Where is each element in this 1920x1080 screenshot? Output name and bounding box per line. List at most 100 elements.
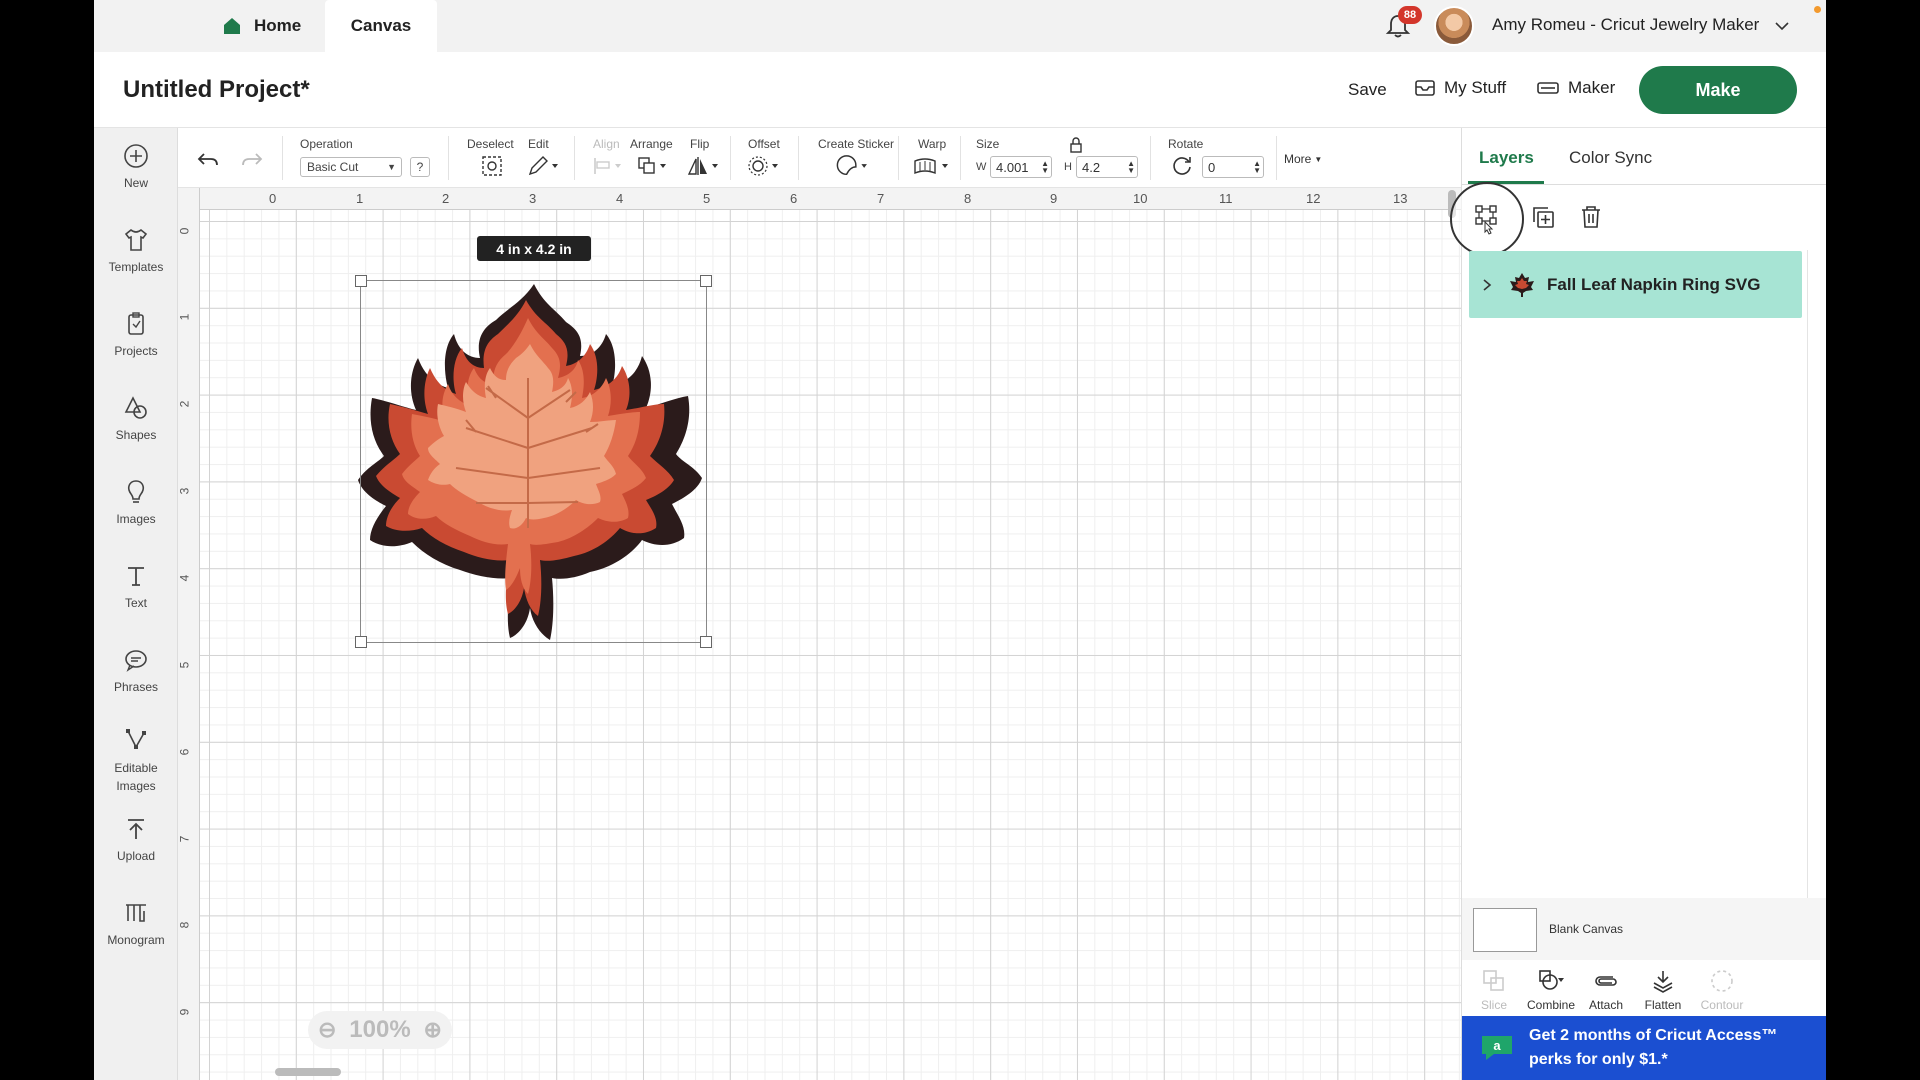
offset-label: Offset: [748, 137, 780, 151]
promo-banner[interactable]: a Get 2 months of Cricut Access™ perks f…: [1462, 1016, 1826, 1080]
contour-label: Contour: [1700, 998, 1744, 1012]
sidebar-item-shapes[interactable]: Shapes: [94, 394, 178, 442]
contour-icon: [1711, 970, 1733, 992]
attach-button[interactable]: Attach: [1576, 968, 1636, 1012]
size-tooltip: 4 in x 4.2 in: [477, 236, 591, 261]
deselect-label: Deselect: [467, 137, 514, 151]
offset-icon[interactable]: [746, 154, 782, 178]
zoom-in-button[interactable]: ⊕: [424, 1017, 442, 1043]
redo-icon[interactable]: [240, 148, 264, 172]
more-button[interactable]: More ▼: [1284, 152, 1322, 166]
warp-icon[interactable]: [912, 154, 954, 178]
tab-home[interactable]: Home: [222, 0, 301, 52]
spinner-icon[interactable]: ▲ ▼: [1041, 160, 1049, 175]
sidebar-item-upload[interactable]: Upload: [94, 815, 178, 863]
align-icon[interactable]: [591, 154, 625, 178]
blank-canvas-swatch[interactable]: [1473, 908, 1537, 952]
leaf-thumbnail: [1510, 272, 1534, 297]
avatar[interactable]: [1434, 6, 1474, 46]
group-button[interactable]: [1450, 182, 1524, 256]
text-icon: [128, 567, 144, 586]
width-input[interactable]: 4.001 ▲ ▼: [990, 156, 1052, 178]
layers-panel: Layers Color Sync Fall Leaf Napkin Ring …: [1450, 128, 1826, 1080]
ruler-tick: 2: [442, 191, 450, 206]
ruler-tick: 9: [177, 1008, 192, 1016]
spinner-icon[interactable]: ▲ ▼: [1253, 160, 1261, 175]
ruler-horizontal: 0 1 2 3 4 5 6 7 8 9 10 11 12 13 14: [178, 188, 1494, 210]
warp-label: Warp: [918, 137, 947, 151]
status-dot: [1814, 6, 1821, 13]
ruler-tick: 11: [1219, 191, 1233, 206]
sidebar-item-label: Editable Images: [114, 761, 158, 793]
tab-canvas[interactable]: Canvas: [325, 0, 437, 52]
edit-nodes-icon: [126, 729, 146, 749]
divider: [1462, 184, 1826, 185]
duplicate-icon[interactable]: [1530, 204, 1556, 230]
sidebar-item-templates[interactable]: Templates: [94, 226, 178, 274]
tab-color-sync[interactable]: Color Sync: [1569, 148, 1652, 168]
rotate-label: Rotate: [1168, 137, 1204, 151]
flatten-icon: [1653, 971, 1673, 993]
height-label: H: [1064, 161, 1072, 173]
sidebar-item-phrases[interactable]: Phrases: [94, 646, 178, 694]
selection-box[interactable]: [355, 275, 712, 648]
contour-button[interactable]: Contour: [1692, 968, 1752, 1012]
operation-select[interactable]: Basic Cut ▼: [300, 157, 402, 177]
resize-handle[interactable]: [355, 636, 367, 648]
horizontal-scrollbar[interactable]: [275, 1068, 341, 1076]
ruler-tick: 5: [703, 191, 711, 206]
ruler-tick: 1: [356, 191, 364, 206]
rotate-input[interactable]: 0 ▲ ▼: [1202, 156, 1264, 178]
resize-handle[interactable]: [355, 275, 367, 287]
sidebar-item-new[interactable]: New: [94, 142, 178, 190]
my-stuff-label: My Stuff: [1444, 78, 1507, 97]
blank-canvas-row[interactable]: Blank Canvas: [1462, 898, 1826, 960]
zoom-control: ⊖ 100% ⊕: [308, 1011, 452, 1049]
page-title[interactable]: Untitled Project*: [123, 76, 310, 104]
ruler-tick: 10: [1133, 191, 1148, 206]
rotate-icon[interactable]: [1170, 154, 1194, 178]
edit-label: Edit: [528, 137, 549, 151]
combine-button[interactable]: Combine: [1521, 968, 1581, 1012]
arrange-icon[interactable]: [636, 154, 672, 178]
maker-label: Maker: [1568, 78, 1616, 97]
chevron-right-icon[interactable]: [1481, 278, 1493, 291]
flatten-button[interactable]: Flatten: [1633, 968, 1693, 1012]
sidebar-item-monogram[interactable]: Monogram: [94, 899, 178, 947]
upload-icon: [128, 819, 144, 839]
spinner-icon[interactable]: ▲ ▼: [1127, 160, 1135, 175]
chevron-down-icon[interactable]: [1774, 18, 1790, 34]
resize-handle[interactable]: [700, 275, 712, 287]
deselect-icon[interactable]: [480, 154, 504, 178]
resize-handle[interactable]: [700, 636, 712, 648]
layer-item[interactable]: Fall Leaf Napkin Ring SVG: [1469, 251, 1802, 318]
top-nav-bar: Home Canvas 88 Amy Romeu - Cricut Jewelr…: [94, 0, 1826, 52]
tab-layers[interactable]: Layers: [1479, 148, 1534, 168]
zoom-out-button[interactable]: ⊖: [318, 1017, 336, 1043]
trash-icon[interactable]: [1578, 204, 1604, 230]
sticker-icon[interactable]: [834, 154, 874, 178]
flip-icon[interactable]: [686, 154, 722, 178]
operation-help-button[interactable]: ?: [410, 157, 430, 177]
make-button[interactable]: Make: [1639, 66, 1797, 114]
blank-canvas-label: Blank Canvas: [1549, 922, 1624, 936]
operation-value: Basic Cut: [307, 160, 359, 174]
pencil-icon[interactable]: [526, 154, 560, 178]
combine-icon: [1539, 970, 1564, 990]
maker-button[interactable]: Maker: [1536, 78, 1615, 98]
sidebar-item-text[interactable]: Text: [94, 562, 178, 610]
sidebar-item-label: Text: [124, 596, 147, 610]
ruler-tick: 13: [1393, 191, 1408, 206]
sidebar-item-editable-images[interactable]: Editable Images: [94, 725, 178, 795]
zoom-level: 100%: [349, 1016, 411, 1043]
sidebar-item-projects[interactable]: Projects: [94, 310, 178, 358]
my-stuff-button[interactable]: My Stuff: [1414, 78, 1506, 98]
sidebar-item-images[interactable]: Images: [94, 478, 178, 526]
height-input[interactable]: 4.2 ▲ ▼: [1076, 156, 1138, 178]
slice-button[interactable]: Slice: [1464, 968, 1524, 1012]
user-name[interactable]: Amy Romeu - Cricut Jewelry Maker: [1492, 15, 1759, 35]
save-button[interactable]: Save: [1348, 80, 1387, 100]
undo-icon[interactable]: [196, 148, 220, 172]
arrange-label: Arrange: [630, 137, 673, 151]
lock-icon[interactable]: [1068, 136, 1084, 154]
